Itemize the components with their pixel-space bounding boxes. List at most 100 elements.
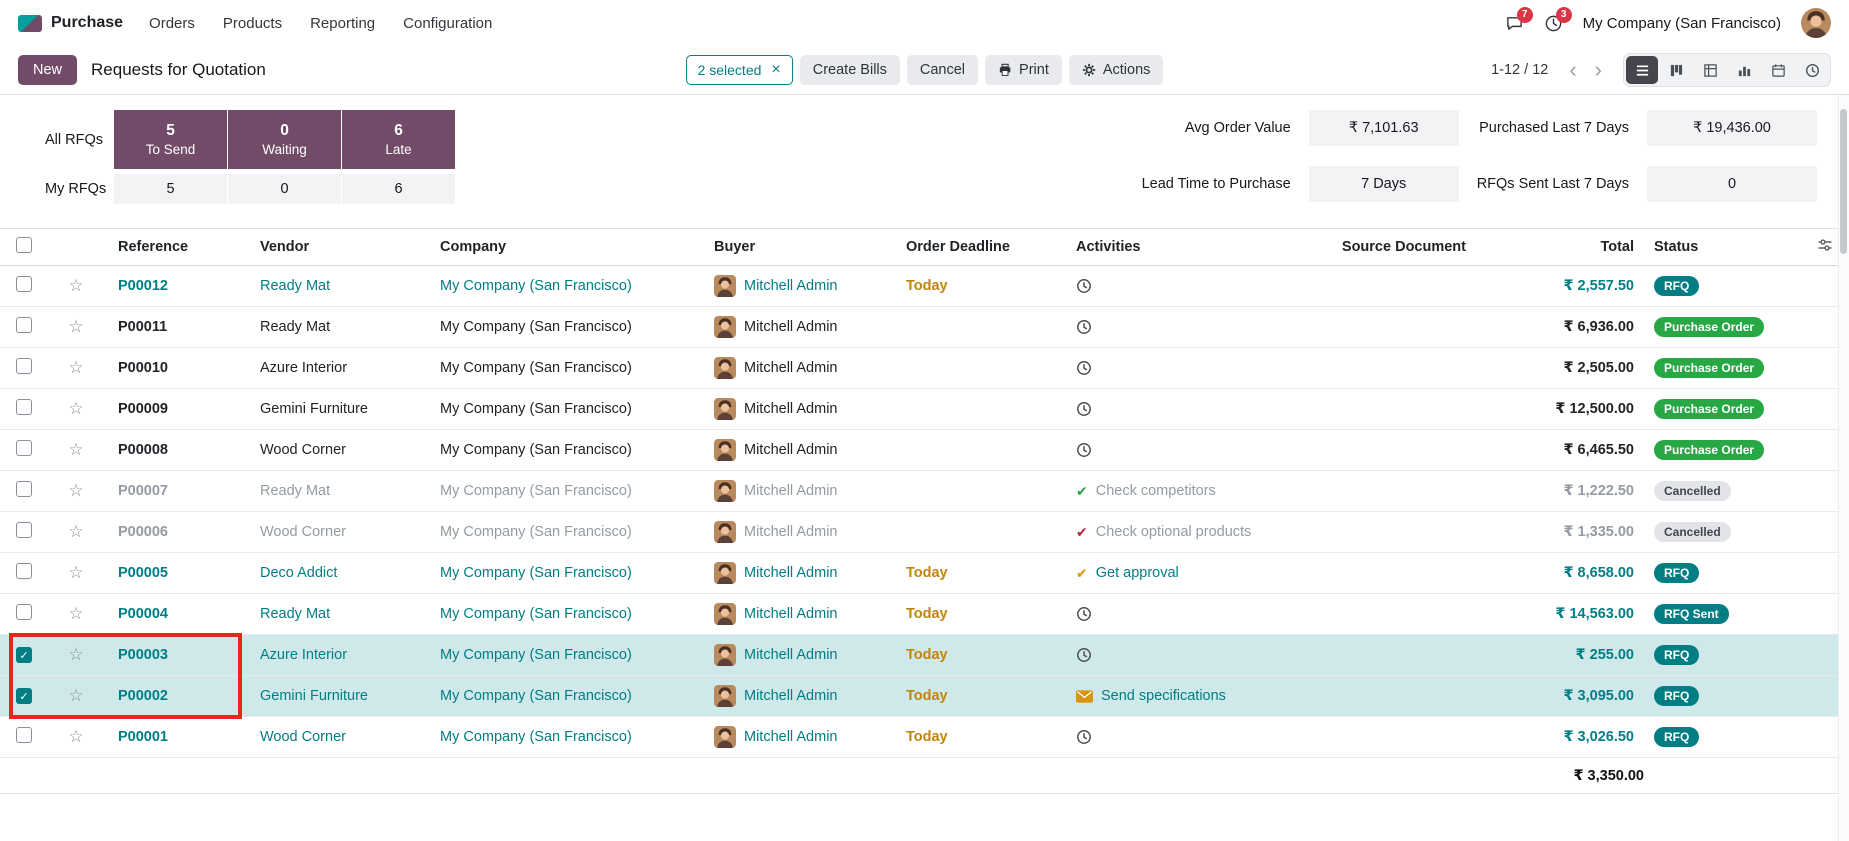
- actions-button[interactable]: Actions: [1069, 55, 1164, 85]
- header-total[interactable]: Total: [1476, 229, 1644, 266]
- row-checkbox[interactable]: [16, 522, 32, 538]
- app-name[interactable]: Purchase: [51, 14, 123, 32]
- vendor-link[interactable]: Gemini Furniture: [260, 401, 368, 417]
- clock-activity-icon[interactable]: [1076, 647, 1092, 663]
- buyer-link[interactable]: Mitchell Admin: [744, 483, 837, 499]
- favorite-star-icon[interactable]: ☆: [68, 645, 83, 664]
- reference-link[interactable]: P00007: [118, 483, 168, 499]
- vendor-link[interactable]: Ready Mat: [260, 483, 330, 499]
- company-link[interactable]: My Company (San Francisco): [440, 401, 632, 417]
- row-checkbox[interactable]: [16, 399, 32, 415]
- header-source-document[interactable]: Source Document: [1326, 229, 1476, 266]
- clock-activity-icon[interactable]: [1076, 401, 1092, 417]
- print-button[interactable]: Print: [985, 55, 1062, 85]
- company-link[interactable]: My Company (San Francisco): [440, 483, 632, 499]
- favorite-star-icon[interactable]: ☆: [68, 317, 83, 336]
- favorite-star-icon[interactable]: ☆: [68, 481, 83, 500]
- header-status[interactable]: Status: [1644, 229, 1800, 266]
- vendor-link[interactable]: Ready Mat: [260, 606, 330, 622]
- vendor-link[interactable]: Azure Interior: [260, 360, 347, 376]
- company-link[interactable]: My Company (San Francisco): [440, 360, 632, 376]
- favorite-star-icon[interactable]: ☆: [68, 440, 83, 459]
- row-checkbox[interactable]: [16, 276, 32, 292]
- reference-link[interactable]: P00010: [118, 360, 168, 376]
- clock-activity-icon[interactable]: [1076, 360, 1092, 376]
- activity-label[interactable]: Check optional products: [1096, 524, 1252, 540]
- row-checkbox[interactable]: [16, 727, 32, 743]
- reference-link[interactable]: P00002: [118, 688, 168, 704]
- new-button[interactable]: New: [18, 55, 77, 85]
- list-view-icon[interactable]: [1626, 56, 1658, 84]
- favorite-star-icon[interactable]: ☆: [68, 604, 83, 623]
- pager-next-icon[interactable]: ›: [1588, 59, 1609, 81]
- table-row[interactable]: ✓ ☆ P00003 Azure Interior My Company (San Fr…: [0, 635, 1849, 676]
- company-link[interactable]: My Company (San Francisco): [440, 647, 632, 663]
- buyer-link[interactable]: Mitchell Admin: [744, 524, 837, 540]
- envelope-activity-icon[interactable]: [1076, 690, 1093, 703]
- favorite-star-icon[interactable]: ☆: [68, 563, 83, 582]
- row-checkbox[interactable]: [16, 563, 32, 579]
- kpi-my-late[interactable]: 6: [342, 174, 455, 204]
- company-link[interactable]: My Company (San Francisco): [440, 442, 632, 458]
- check-activity-icon[interactable]: ✔: [1076, 566, 1088, 580]
- company-link[interactable]: My Company (San Francisco): [440, 688, 632, 704]
- activities-icon[interactable]: 3: [1544, 14, 1563, 33]
- favorite-star-icon[interactable]: ☆: [68, 358, 83, 377]
- row-checkbox[interactable]: ✓: [16, 647, 32, 663]
- buyer-link[interactable]: Mitchell Admin: [744, 442, 837, 458]
- table-row[interactable]: ☆P00004Ready MatMy Company (San Francisc…: [0, 594, 1849, 635]
- table-row[interactable]: ☆P00006Wood CornerMy Company (San Franci…: [0, 512, 1849, 553]
- my-rfqs-filter[interactable]: My RFQs: [45, 181, 113, 197]
- kpi-late[interactable]: 6 Late: [342, 110, 455, 169]
- reference-link[interactable]: P00004: [118, 606, 168, 622]
- buyer-link[interactable]: Mitchell Admin: [744, 647, 837, 663]
- row-checkbox[interactable]: [16, 358, 32, 374]
- row-checkbox[interactable]: [16, 440, 32, 456]
- buyer-link[interactable]: Mitchell Admin: [744, 729, 837, 745]
- header-activities[interactable]: Activities: [1066, 229, 1326, 266]
- reference-link[interactable]: P00011: [118, 319, 167, 335]
- row-checkbox[interactable]: [16, 604, 32, 620]
- reference-link[interactable]: P00006: [118, 524, 168, 540]
- messages-icon[interactable]: 7: [1505, 14, 1524, 33]
- kpi-to-send[interactable]: 5 To Send: [114, 110, 227, 169]
- buyer-link[interactable]: Mitchell Admin: [744, 360, 837, 376]
- table-row[interactable]: ☆P00008Wood CornerMy Company (San Franci…: [0, 430, 1849, 471]
- table-row[interactable]: ✓☆P00002Gemini FurnitureMy Company (San …: [0, 676, 1849, 717]
- header-order-deadline[interactable]: Order Deadline: [896, 229, 1066, 266]
- favorite-star-icon[interactable]: ☆: [68, 727, 83, 746]
- company-link[interactable]: My Company (San Francisco): [440, 524, 632, 540]
- favorite-star-icon[interactable]: ☆: [68, 276, 83, 295]
- calendar-view-icon[interactable]: [1762, 56, 1794, 84]
- menu-products[interactable]: Products: [223, 15, 282, 32]
- kpi-my-waiting[interactable]: 0: [228, 174, 341, 204]
- reference-link[interactable]: P00003: [118, 647, 168, 663]
- scrollbar-thumb[interactable]: [1840, 109, 1847, 254]
- row-checkbox[interactable]: ✓: [16, 688, 32, 704]
- vendor-link[interactable]: Wood Corner: [260, 524, 346, 540]
- clock-activity-icon[interactable]: [1076, 729, 1092, 745]
- menu-orders[interactable]: Orders: [149, 15, 195, 32]
- menu-reporting[interactable]: Reporting: [310, 15, 375, 32]
- menu-configuration[interactable]: Configuration: [403, 15, 492, 32]
- user-avatar[interactable]: [1801, 8, 1831, 38]
- row-checkbox[interactable]: [16, 317, 32, 333]
- table-row[interactable]: ☆P00012Ready MatMy Company (San Francisc…: [0, 266, 1849, 307]
- company-link[interactable]: My Company (San Francisco): [440, 729, 632, 745]
- check-activity-icon[interactable]: ✔: [1076, 525, 1088, 539]
- cancel-button[interactable]: Cancel: [907, 55, 978, 85]
- clock-activity-icon[interactable]: [1076, 442, 1092, 458]
- table-row[interactable]: ☆P00009Gemini FurnitureMy Company (San F…: [0, 389, 1849, 430]
- clock-activity-icon[interactable]: [1076, 606, 1092, 622]
- check-activity-icon[interactable]: ✔: [1076, 484, 1088, 498]
- company-link[interactable]: My Company (San Francisco): [440, 319, 632, 335]
- buyer-link[interactable]: Mitchell Admin: [744, 688, 837, 704]
- graph-view-icon[interactable]: [1728, 56, 1760, 84]
- select-all-checkbox[interactable]: [16, 237, 32, 253]
- favorite-star-icon[interactable]: ☆: [68, 686, 83, 705]
- vendor-link[interactable]: Azure Interior: [260, 647, 347, 663]
- vendor-link[interactable]: Wood Corner: [260, 442, 346, 458]
- company-link[interactable]: My Company (San Francisco): [440, 565, 632, 581]
- table-row[interactable]: ☆P00001Wood CornerMy Company (San Franci…: [0, 717, 1849, 758]
- table-row[interactable]: ☆P00011Ready MatMy Company (San Francisc…: [0, 307, 1849, 348]
